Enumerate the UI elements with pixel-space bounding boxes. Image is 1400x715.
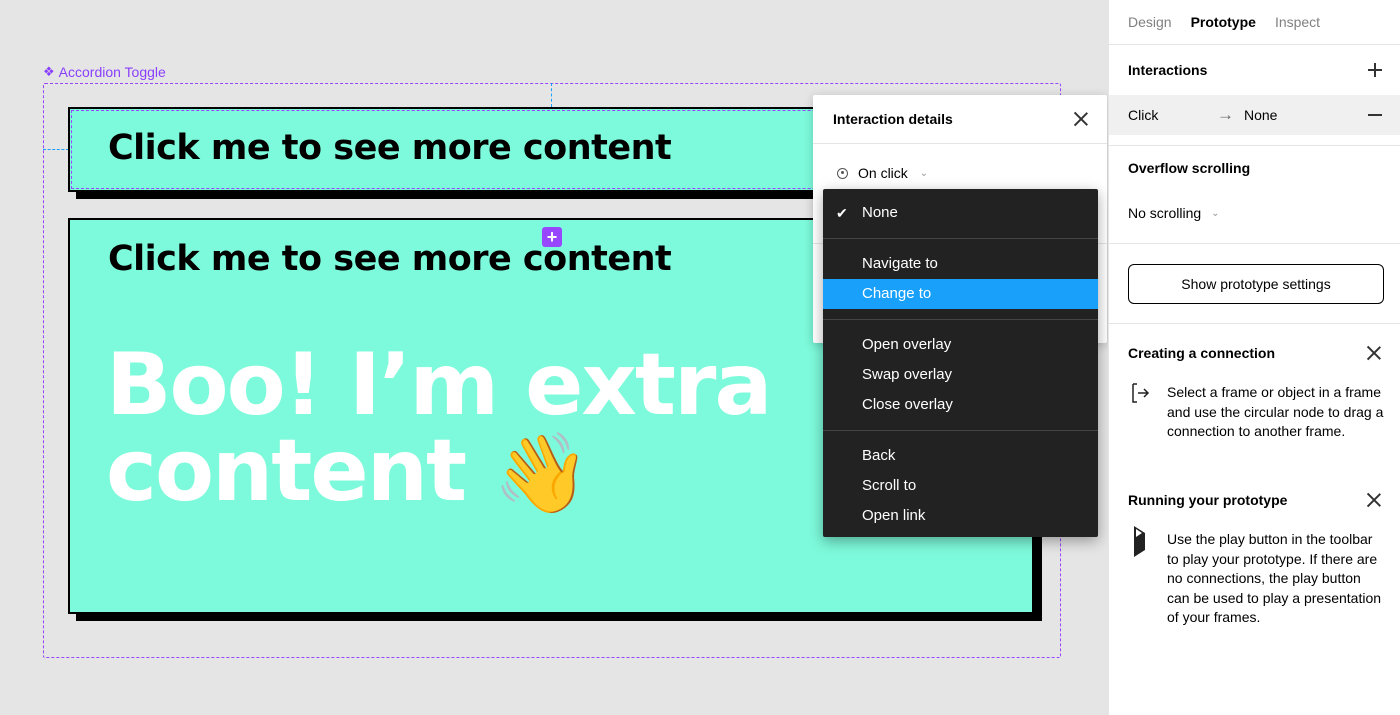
menu-item-close-overlay[interactable]: Close overlay bbox=[823, 390, 1098, 420]
menu-item-back[interactable]: Back bbox=[823, 441, 1098, 471]
menu-item-label: Navigate to bbox=[862, 255, 938, 272]
action-dropdown-menu: ✔ None Navigate to Change to Open overla… bbox=[823, 189, 1098, 537]
menu-item-label: Scroll to bbox=[862, 477, 917, 494]
menu-separator bbox=[823, 319, 1098, 320]
menu-item-swap-overlay[interactable]: Swap overlay bbox=[823, 360, 1098, 390]
remove-interaction-minus-icon[interactable] bbox=[1368, 114, 1382, 116]
extra-content-line-2: content 👋 bbox=[106, 428, 770, 517]
menu-item-change-to[interactable]: Change to bbox=[823, 279, 1098, 309]
help-running-prototype-text: Use the play button in the toolbar to pl… bbox=[1167, 531, 1382, 625]
popup-title: Interaction details bbox=[833, 111, 953, 127]
menu-separator bbox=[823, 430, 1098, 431]
menu-item-none[interactable]: ✔ None bbox=[823, 198, 1098, 228]
expanded-card-title: Click me to see more content bbox=[108, 239, 672, 279]
chevron-down-icon: ⌄ bbox=[1211, 207, 1220, 219]
extra-content-line-1: Boo! I’m extra bbox=[106, 335, 772, 435]
checkmark-icon: ✔ bbox=[836, 205, 848, 221]
menu-separator bbox=[823, 238, 1098, 239]
trigger-value: On click bbox=[858, 165, 908, 181]
extra-content-text: Boo! I’m extra content 👋 bbox=[106, 335, 772, 517]
component-icon: ❖ bbox=[43, 64, 55, 79]
waving-hand-icon: 👋 bbox=[493, 429, 591, 519]
menu-item-label: Swap overlay bbox=[862, 366, 953, 383]
interaction-action: None bbox=[1244, 107, 1278, 123]
interactions-title: Interactions bbox=[1128, 62, 1208, 78]
menu-item-label: Open overlay bbox=[862, 336, 952, 353]
menu-item-open-overlay[interactable]: Open overlay bbox=[823, 330, 1098, 360]
collapsed-card-title: Click me to see more content bbox=[108, 128, 672, 168]
interaction-row[interactable]: Click → None bbox=[1109, 95, 1400, 135]
component-name: Accordion Toggle bbox=[58, 64, 166, 80]
menu-item-label: None bbox=[862, 204, 898, 221]
help-creating-connection-text: Select a frame or object in a frame and … bbox=[1167, 384, 1384, 439]
trigger-select[interactable]: On click ⌄ bbox=[837, 165, 928, 181]
overflow-header: Overflow scrolling bbox=[1109, 160, 1400, 178]
component-label[interactable]: ❖ Accordion Toggle bbox=[43, 64, 166, 80]
help-title: Creating a connection bbox=[1128, 345, 1276, 361]
menu-item-label: Change to bbox=[862, 285, 932, 302]
section-divider bbox=[1109, 243, 1400, 244]
section-divider bbox=[1109, 323, 1400, 324]
overflow-title: Overflow scrolling bbox=[1128, 160, 1251, 176]
popup-header: Interaction details bbox=[813, 95, 1107, 144]
help-running-prototype-header: Running your prototype bbox=[1109, 492, 1400, 508]
show-prototype-settings-button[interactable]: Show prototype settings bbox=[1128, 264, 1384, 304]
arrow-right-icon: → bbox=[1217, 105, 1234, 124]
extra-content-word: content bbox=[106, 421, 467, 521]
overflow-select[interactable]: No scrolling ⌄ bbox=[1109, 205, 1400, 221]
close-icon[interactable] bbox=[1073, 111, 1089, 127]
menu-item-scroll-to[interactable]: Scroll to bbox=[823, 471, 1098, 501]
measure-guide-horizontal bbox=[43, 149, 69, 150]
menu-item-label: Open link bbox=[862, 507, 926, 524]
tab-inspect[interactable]: Inspect bbox=[1275, 14, 1320, 30]
interaction-trigger: Click bbox=[1128, 107, 1159, 123]
add-interaction-plus-icon[interactable] bbox=[1368, 63, 1382, 77]
close-icon[interactable] bbox=[1366, 492, 1382, 508]
section-divider bbox=[1109, 145, 1400, 146]
menu-item-navigate-to[interactable]: Navigate to bbox=[823, 249, 1098, 279]
tab-prototype[interactable]: Prototype bbox=[1191, 14, 1256, 30]
tab-design[interactable]: Design bbox=[1128, 14, 1172, 30]
measure-guide-vertical bbox=[551, 83, 552, 107]
menu-item-label: Back bbox=[862, 447, 896, 464]
help-title: Running your prototype bbox=[1128, 492, 1288, 508]
overflow-value: No scrolling bbox=[1128, 205, 1202, 221]
close-icon[interactable] bbox=[1366, 345, 1382, 361]
panel-tabs: Design Prototype Inspect bbox=[1109, 0, 1400, 45]
help-creating-connection-header: Creating a connection bbox=[1109, 345, 1400, 361]
interactions-header: Interactions bbox=[1109, 45, 1400, 95]
menu-item-open-link[interactable]: Open link bbox=[823, 501, 1098, 531]
connection-node-plus-icon[interactable]: + bbox=[542, 227, 562, 247]
chevron-down-icon: ⌄ bbox=[919, 167, 929, 179]
trigger-target-icon bbox=[837, 167, 848, 179]
menu-item-label: Close overlay bbox=[862, 396, 953, 413]
properties-panel: Design Prototype Inspect Interactions Cl… bbox=[1108, 0, 1400, 715]
